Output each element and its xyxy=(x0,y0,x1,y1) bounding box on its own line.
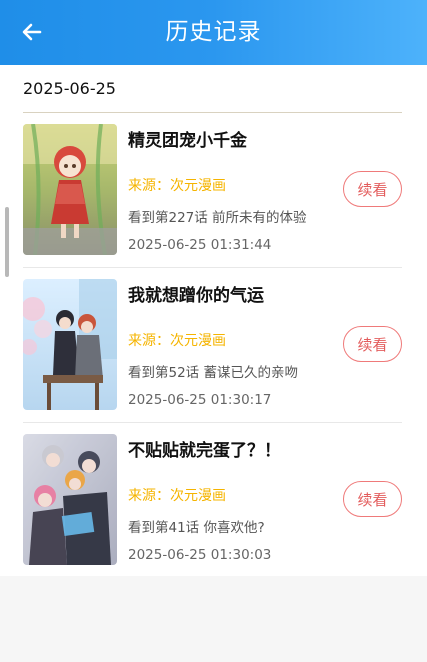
comic-source: 来源：次元漫画 xyxy=(128,178,226,194)
cover-image-1 xyxy=(23,124,117,255)
page-title: 历史记录 xyxy=(165,19,262,45)
comic-source: 来源：次元漫画 xyxy=(128,333,226,349)
history-list-area: 2025-06-25 精灵团宠小千金 来源：次元漫画 看到第227话 前所未有的… xyxy=(0,65,427,576)
comic-title: 我就想蹭你的气运 xyxy=(128,286,264,306)
continue-reading-button[interactable]: 续看 xyxy=(343,481,402,517)
reading-progress: 看到第52话 蓄谋已久的亲吻 xyxy=(128,365,298,381)
history-item[interactable]: 不贴贴就完蛋了？！ 来源：次元漫画 看到第41话 你喜欢他? 2025-06-2… xyxy=(0,423,427,576)
cover-image-2 xyxy=(23,279,117,410)
history-item[interactable]: 精灵团宠小千金 来源：次元漫画 看到第227话 前所未有的体验 2025-06-… xyxy=(0,113,427,267)
date-group-header: 2025-06-25 xyxy=(23,79,116,98)
app-header: 历史记录 xyxy=(0,0,427,65)
back-button[interactable] xyxy=(14,14,50,50)
reading-progress: 看到第41话 你喜欢他? xyxy=(128,520,265,536)
read-time: 2025-06-25 01:30:17 xyxy=(128,392,272,408)
arrow-left-icon xyxy=(22,23,42,41)
comic-cover[interactable] xyxy=(23,279,117,410)
read-time: 2025-06-25 01:30:03 xyxy=(128,547,272,563)
comic-title: 不贴贴就完蛋了？！ xyxy=(128,441,281,461)
continue-reading-button[interactable]: 续看 xyxy=(343,171,402,207)
reading-progress: 看到第227话 前所未有的体验 xyxy=(128,210,307,226)
continue-reading-button[interactable]: 续看 xyxy=(343,326,402,362)
cover-image-3 xyxy=(23,434,117,565)
comic-title: 精灵团宠小千金 xyxy=(128,131,247,151)
empty-background xyxy=(0,576,427,662)
comic-source: 来源：次元漫画 xyxy=(128,488,226,504)
comic-cover[interactable] xyxy=(23,124,117,255)
scrollbar[interactable] xyxy=(5,207,9,277)
history-item[interactable]: 我就想蹭你的气运 来源：次元漫画 看到第52话 蓄谋已久的亲吻 2025-06-… xyxy=(0,268,427,422)
read-time: 2025-06-25 01:31:44 xyxy=(128,237,272,253)
comic-cover[interactable] xyxy=(23,434,117,565)
